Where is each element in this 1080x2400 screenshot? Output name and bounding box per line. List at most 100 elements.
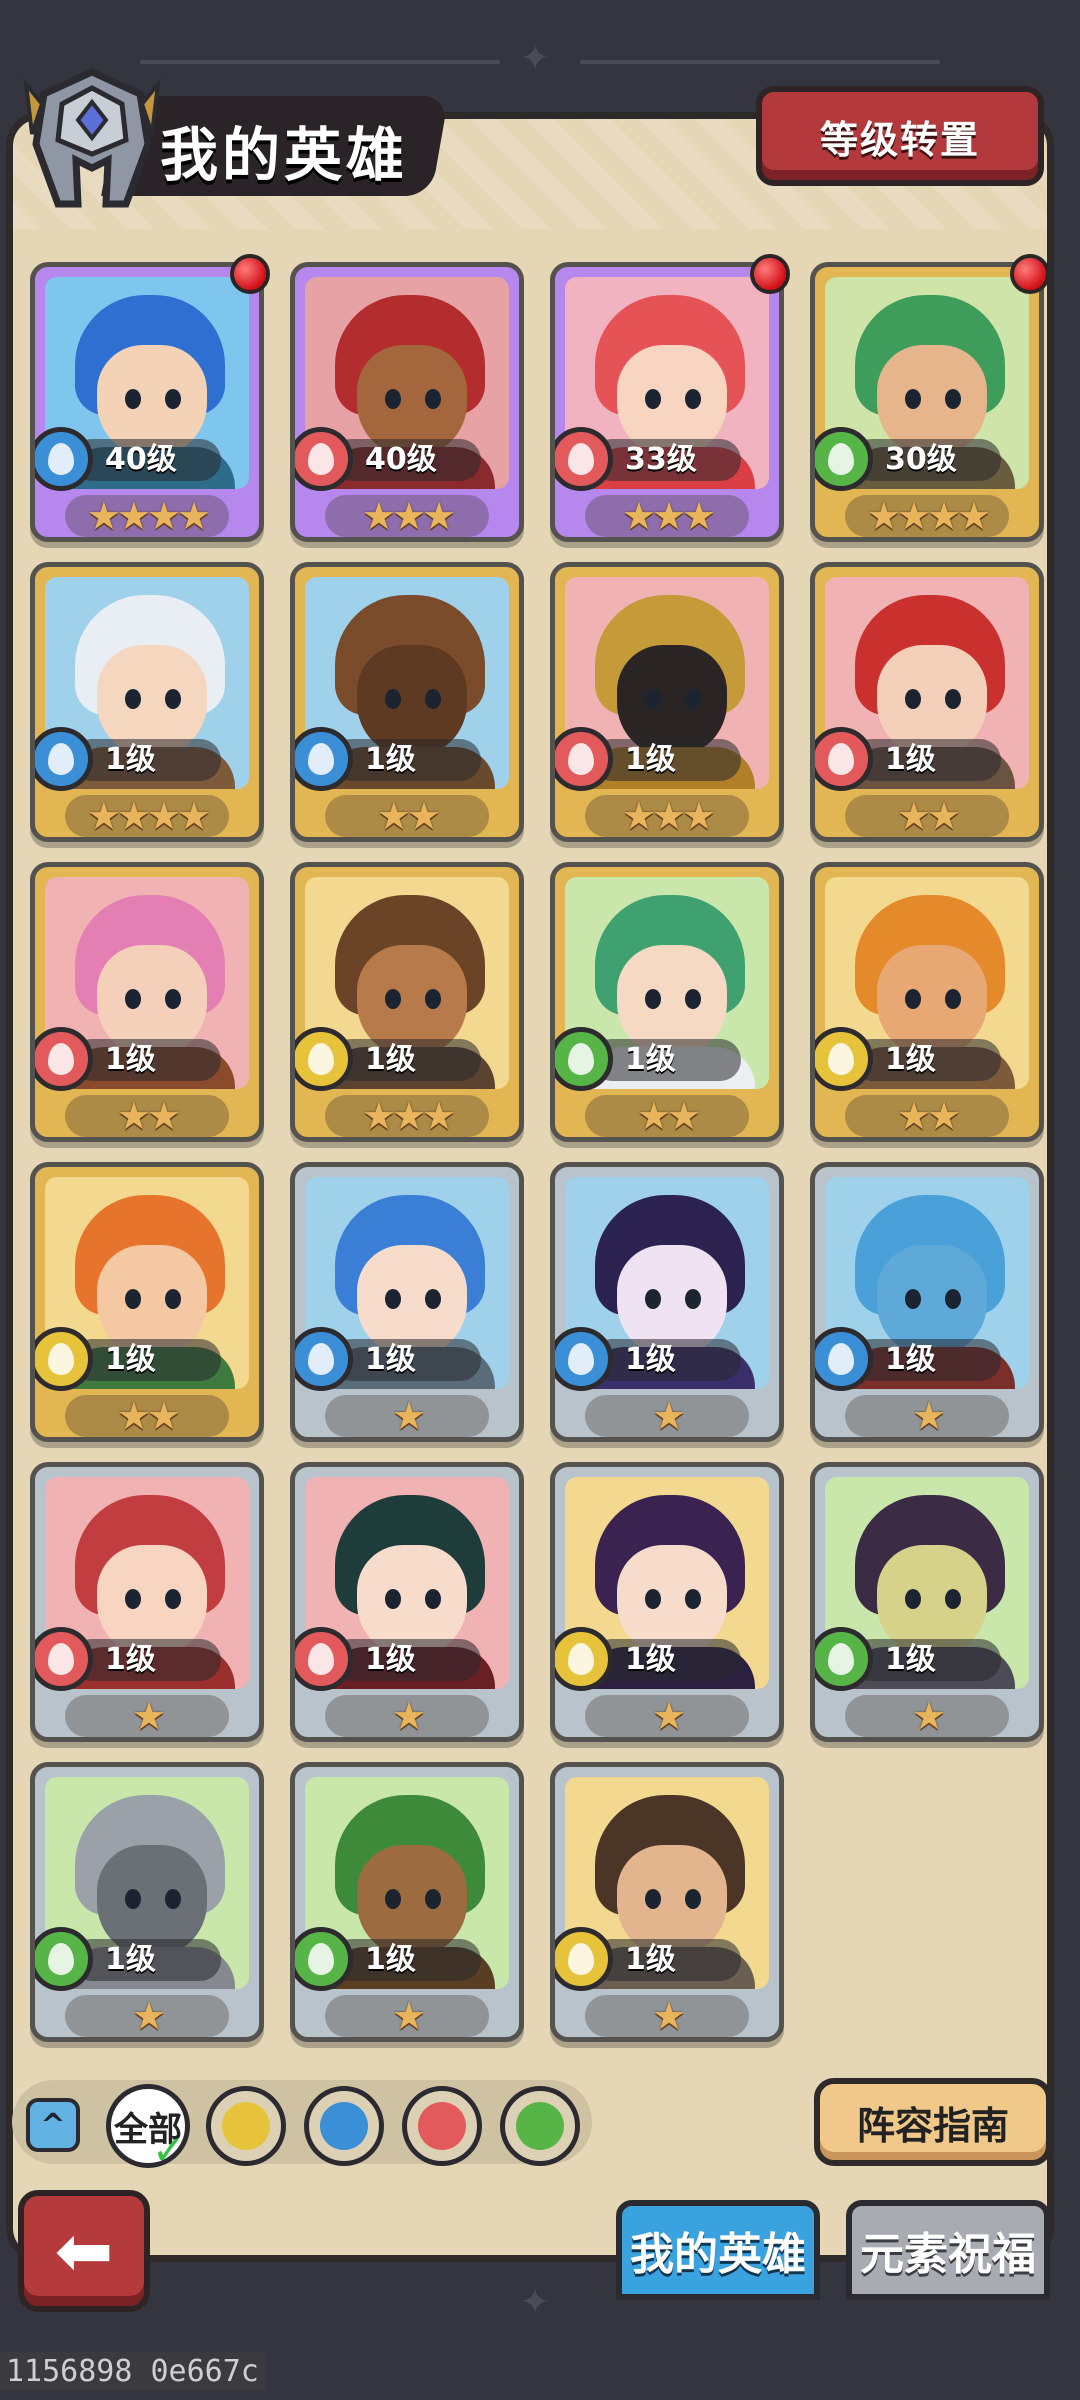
hero-card[interactable]: 1级 ★ xyxy=(290,1762,524,2042)
hero-card[interactable]: 1级 ★ xyxy=(810,1462,1044,1742)
hero-card[interactable]: 1级 ★★ xyxy=(30,1162,264,1442)
hero-eye xyxy=(685,389,701,409)
hero-eye xyxy=(905,1289,921,1309)
element-glyph xyxy=(568,1043,594,1075)
hero-level: 1级 xyxy=(365,1642,416,1677)
hero-level: 1级 xyxy=(885,742,936,777)
level-reset-label: 等级转置 xyxy=(819,117,980,162)
hero-eye xyxy=(905,989,921,1009)
element-glyph xyxy=(48,1943,74,1975)
filter-earth-button[interactable] xyxy=(206,2086,286,2166)
hero-card[interactable]: 1级 ★ xyxy=(290,1162,524,1442)
hero-eye xyxy=(945,689,961,709)
earth-element-icon xyxy=(222,2102,270,2150)
hero-level: 1级 xyxy=(625,1642,676,1677)
earth-element-icon xyxy=(555,1927,613,1991)
hero-card[interactable]: 1级 ★★ xyxy=(290,562,524,842)
hero-star-rating: ★ xyxy=(585,1394,749,1437)
collapse-filter-button[interactable]: ^ xyxy=(26,2098,80,2152)
hero-eye xyxy=(945,1589,961,1609)
hero-card[interactable]: 1级 ★ xyxy=(30,1762,264,2042)
hero-card[interactable]: 1级 ★★★ xyxy=(550,562,784,842)
hero-level: 40级 xyxy=(365,442,437,477)
hero-card[interactable]: 1级 ★★ xyxy=(550,862,784,1142)
earth-element-icon xyxy=(295,1027,353,1091)
earth-element-icon xyxy=(555,1627,613,1691)
wind-element-icon xyxy=(35,1927,93,1991)
hero-eye xyxy=(645,1889,661,1909)
hero-card[interactable]: 1级 ★★ xyxy=(810,862,1044,1142)
element-glyph xyxy=(828,1643,854,1675)
hero-star-rating: ★ xyxy=(325,1394,489,1437)
back-button[interactable]: ⬅ xyxy=(18,2190,150,2312)
hero-eye xyxy=(385,1289,401,1309)
hero-card[interactable]: 1级 ★ xyxy=(290,1462,524,1742)
hero-card[interactable]: 40级 ★★★★ xyxy=(30,262,264,542)
hero-card[interactable]: 1级 ★★★★ xyxy=(30,562,264,842)
hero-level: 1级 xyxy=(625,1942,676,1977)
tab-element-blessing[interactable]: 元素祝福 xyxy=(846,2200,1050,2300)
hero-star-rating: ★ xyxy=(585,1694,749,1737)
hero-card[interactable]: 1级 ★★★ xyxy=(290,862,524,1142)
element-glyph xyxy=(568,1943,594,1975)
hero-eye xyxy=(385,389,401,409)
lineup-guide-button[interactable]: 阵容指南 xyxy=(814,2078,1052,2166)
footer-code: 1156898 0e667c xyxy=(0,2352,265,2391)
hero-level: 40级 xyxy=(105,442,177,477)
hero-level: 1级 xyxy=(885,1642,936,1677)
hero-card[interactable]: 40级 ★★★ xyxy=(290,262,524,542)
hero-card[interactable]: 30级 ★★★★ xyxy=(810,262,1044,542)
hero-card[interactable]: 1级 ★★ xyxy=(810,562,1044,842)
hero-star-rating: ★ xyxy=(65,1994,229,2037)
hero-card[interactable]: 1级 ★ xyxy=(810,1162,1044,1442)
hero-card[interactable]: 1级 ★ xyxy=(550,1762,784,2042)
element-glyph xyxy=(828,1343,854,1375)
hero-level: 1级 xyxy=(105,1642,156,1677)
hero-level: 1级 xyxy=(365,1042,416,1077)
hero-eye xyxy=(685,989,701,1009)
hero-eye xyxy=(165,389,181,409)
hero-star-rating: ★★ xyxy=(845,794,1009,837)
notification-dot xyxy=(750,254,790,294)
filter-wind-button[interactable] xyxy=(500,2086,580,2166)
hero-level: 1级 xyxy=(885,1342,936,1377)
hero-eye xyxy=(385,989,401,1009)
filter-fire-button[interactable] xyxy=(402,2086,482,2166)
fire-element-icon xyxy=(35,1627,93,1691)
tab-my-heroes[interactable]: 我的英雄 xyxy=(616,2200,820,2300)
water-element-icon xyxy=(320,2102,368,2150)
element-glyph xyxy=(828,743,854,775)
hero-level: 1级 xyxy=(625,742,676,777)
filter-water-button[interactable] xyxy=(304,2086,384,2166)
hero-card[interactable]: 1级 ★★ xyxy=(30,862,264,1142)
fire-element-icon xyxy=(815,727,873,791)
hero-card[interactable]: 1级 ★ xyxy=(550,1462,784,1742)
level-reset-button[interactable]: 等级转置 xyxy=(756,86,1044,186)
hero-eye xyxy=(125,989,141,1009)
hero-star-rating: ★★★★ xyxy=(65,794,229,837)
hero-eye xyxy=(945,389,961,409)
hero-level: 1级 xyxy=(105,1942,156,1977)
element-glyph xyxy=(308,1943,334,1975)
hero-eye xyxy=(165,989,181,1009)
hero-card[interactable]: 33级 ★★★ xyxy=(550,262,784,542)
hero-star-rating: ★★ xyxy=(585,1094,749,1137)
element-glyph xyxy=(568,1343,594,1375)
hero-eye xyxy=(905,1589,921,1609)
hero-star-rating: ★★★ xyxy=(585,794,749,837)
hero-eye xyxy=(685,1589,701,1609)
hero-eye xyxy=(685,1289,701,1309)
hero-level: 1级 xyxy=(625,1042,676,1077)
hero-star-rating: ★ xyxy=(325,1994,489,2037)
hero-star-rating: ★★ xyxy=(65,1394,229,1437)
hero-card[interactable]: 1级 ★ xyxy=(30,1462,264,1742)
element-glyph xyxy=(828,1043,854,1075)
hero-eye xyxy=(905,689,921,709)
hero-eye xyxy=(385,689,401,709)
hero-card[interactable]: 1级 ★ xyxy=(550,1162,784,1442)
earth-element-icon xyxy=(35,1327,93,1391)
top-decoration-star-icon: ✦ xyxy=(520,38,551,79)
wind-element-icon xyxy=(815,1627,873,1691)
element-glyph xyxy=(48,1343,74,1375)
hero-star-rating: ★★★ xyxy=(585,494,749,537)
